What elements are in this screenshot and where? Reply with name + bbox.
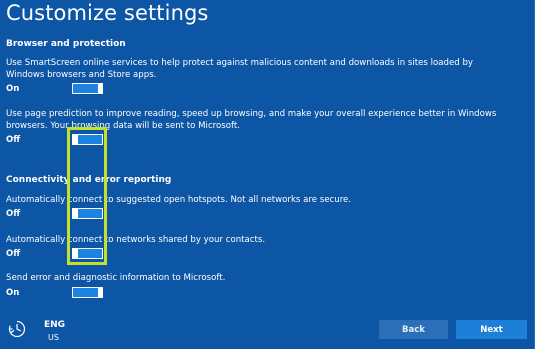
section-header-browser: Browser and protection (6, 39, 126, 49)
error-reporting-toggle[interactable] (72, 287, 103, 298)
page-prediction-toggle[interactable] (72, 134, 103, 145)
toggle-knob (73, 208, 78, 219)
back-button[interactable]: Back (379, 320, 448, 339)
contacts-networks-toggle[interactable] (72, 248, 103, 259)
contacts-networks-state: Off (6, 249, 21, 259)
section-header-connectivity: Connectivity and error reporting (6, 175, 172, 185)
smartscreen-description: Use SmartScreen online services to help … (6, 58, 474, 80)
hotspots-state: Off (6, 209, 21, 219)
smartscreen-state: On (6, 84, 20, 94)
page-prediction-description: Use page prediction to improve reading, … (6, 109, 497, 131)
toggle-knob (98, 83, 103, 94)
hotspots-description: Automatically connect to suggested open … (6, 195, 352, 205)
error-reporting-description: Send error and diagnostic information to… (6, 273, 226, 283)
page-title: Customize settings (6, 1, 209, 25)
contacts-networks-description: Automatically connect to networks shared… (6, 235, 266, 245)
ease-of-access-icon[interactable] (8, 320, 26, 338)
toggle-knob (73, 248, 78, 259)
language-indicator[interactable]: ENG (44, 320, 65, 330)
hotspots-toggle[interactable] (72, 208, 103, 219)
toggle-knob (98, 287, 103, 298)
next-button[interactable]: Next (456, 320, 527, 339)
smartscreen-toggle[interactable] (72, 83, 103, 94)
toggle-knob (73, 134, 78, 145)
error-reporting-state: On (6, 288, 20, 298)
region-indicator: US (48, 333, 59, 342)
page-prediction-state: Off (6, 135, 21, 145)
